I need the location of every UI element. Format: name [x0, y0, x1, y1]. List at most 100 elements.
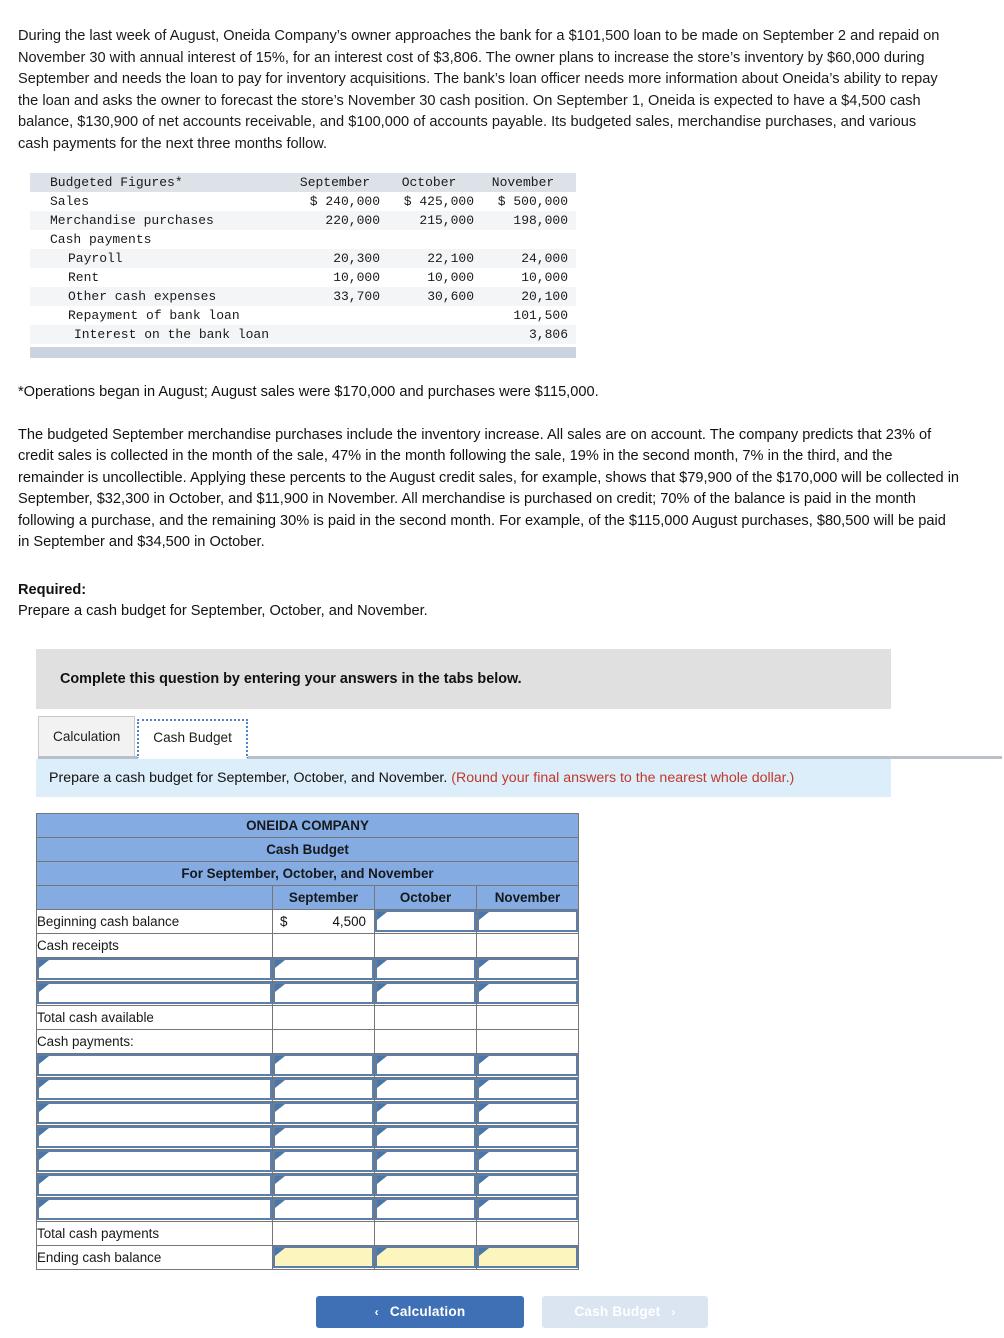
- value-cell-november[interactable]: [475, 1124, 580, 1150]
- row-label-input[interactable]: [36, 956, 273, 982]
- value-cell-october[interactable]: [374, 1052, 477, 1078]
- highlighted-input-cell[interactable]: [477, 1246, 579, 1268]
- row-label-input[interactable]: [36, 1196, 273, 1222]
- value-cell-october[interactable]: [374, 908, 477, 934]
- input-cell[interactable]: [273, 1150, 374, 1172]
- tab-calculation[interactable]: Calculation: [38, 715, 136, 756]
- value-cell-september[interactable]: [272, 1244, 375, 1270]
- value-cell-october[interactable]: [374, 1196, 477, 1222]
- input-cell[interactable]: [375, 1054, 476, 1076]
- value-cell-september[interactable]: [272, 1172, 375, 1198]
- value-cell-september[interactable]: [272, 1124, 375, 1150]
- row-label: Cash payments: [50, 232, 152, 247]
- table-row: [36, 1100, 580, 1126]
- prev-calculation-button[interactable]: ‹ Calculation: [316, 1295, 524, 1328]
- highlighted-input-cell[interactable]: [375, 1246, 476, 1268]
- input-cell[interactable]: [375, 982, 476, 1004]
- value-cell-september[interactable]: [272, 980, 375, 1006]
- input-cell[interactable]: [375, 910, 476, 932]
- value-cell-september[interactable]: [272, 1196, 375, 1222]
- value-cell-november[interactable]: [475, 980, 580, 1006]
- row-label-input[interactable]: [36, 1052, 273, 1078]
- input-cell[interactable]: [273, 1102, 374, 1124]
- input-cell[interactable]: [37, 1078, 272, 1100]
- value-cell-october[interactable]: [374, 980, 477, 1006]
- value-cell-november[interactable]: [475, 1148, 580, 1174]
- value-cell-september[interactable]: [272, 1100, 375, 1126]
- value-cell-november[interactable]: [475, 1076, 580, 1102]
- chevron-left-icon: ‹: [374, 1304, 379, 1319]
- input-cell[interactable]: [273, 1174, 374, 1196]
- value-cell-october[interactable]: [374, 1100, 477, 1126]
- input-cell[interactable]: [375, 958, 476, 980]
- input-cell[interactable]: [375, 1078, 476, 1100]
- value-cell-november[interactable]: [475, 1172, 580, 1198]
- input-cell[interactable]: [273, 1198, 374, 1220]
- row-label-input[interactable]: [36, 1148, 273, 1174]
- row-value: [388, 325, 482, 344]
- input-cell[interactable]: [37, 1126, 272, 1148]
- input-cell[interactable]: [477, 910, 579, 932]
- row-label-input[interactable]: [36, 1076, 273, 1102]
- page-root: During the last week of August, Oneida C…: [0, 0, 1004, 1338]
- input-cell[interactable]: [37, 958, 272, 980]
- input-cell[interactable]: [273, 1126, 374, 1148]
- input-cell[interactable]: [273, 958, 374, 980]
- value-cell-october[interactable]: [374, 1172, 477, 1198]
- input-cell[interactable]: [375, 1150, 476, 1172]
- input-cell[interactable]: [477, 1174, 579, 1196]
- row-label-input[interactable]: [36, 980, 273, 1006]
- value-cell-november[interactable]: [475, 1100, 580, 1126]
- input-cell[interactable]: [477, 1150, 579, 1172]
- input-cell[interactable]: [37, 1174, 272, 1196]
- value-cell-october[interactable]: [374, 1244, 477, 1270]
- budgeted-figures-table: Budgeted Figures* September October Novembe…: [30, 173, 576, 344]
- input-cell[interactable]: [37, 1198, 272, 1220]
- input-cell[interactable]: [477, 1054, 579, 1076]
- input-cell[interactable]: [477, 1198, 579, 1220]
- value-cell-october[interactable]: [374, 1076, 477, 1102]
- input-cell[interactable]: [375, 1198, 476, 1220]
- cell-dropdown-marker-icon: [479, 1128, 489, 1136]
- value-cell-november[interactable]: [475, 1244, 580, 1270]
- value-cell-september[interactable]: [272, 1076, 375, 1102]
- required-text: Prepare a cash budget for September, Oct…: [18, 602, 428, 619]
- input-cell[interactable]: [375, 1174, 476, 1196]
- input-cell[interactable]: [375, 1126, 476, 1148]
- value-cell-november[interactable]: [475, 1196, 580, 1222]
- input-cell[interactable]: [37, 1150, 272, 1172]
- input-cell[interactable]: [477, 1126, 579, 1148]
- value-cell-october[interactable]: [374, 956, 477, 982]
- row-label: Ending cash balance: [36, 1244, 273, 1270]
- input-cell[interactable]: [37, 1102, 272, 1124]
- input-cell[interactable]: [477, 958, 579, 980]
- value-cell-september[interactable]: [272, 956, 375, 982]
- cell-dropdown-marker-icon: [39, 1200, 49, 1208]
- row-label-input[interactable]: [36, 1100, 273, 1126]
- value-cell-october[interactable]: [374, 1124, 477, 1150]
- input-cell[interactable]: [477, 1078, 579, 1100]
- input-cell[interactable]: [375, 1102, 476, 1124]
- input-cell[interactable]: [37, 1054, 272, 1076]
- value-cell-october[interactable]: [374, 1148, 477, 1174]
- row-label: Payroll: [68, 251, 123, 266]
- input-cell[interactable]: [477, 982, 579, 1004]
- tab-cash-budget[interactable]: Cash Budget: [137, 718, 248, 759]
- value-cell-september[interactable]: [272, 1052, 375, 1078]
- input-cell[interactable]: [37, 982, 272, 1004]
- prev-button-label: Calculation: [389, 1304, 466, 1319]
- input-cell[interactable]: [477, 1102, 579, 1124]
- cell-dropdown-marker-icon: [479, 984, 489, 992]
- value-cell-november[interactable]: [475, 956, 580, 982]
- input-cell[interactable]: [273, 982, 374, 1004]
- row-label-input[interactable]: [36, 1172, 273, 1198]
- value-cell-november[interactable]: [475, 1052, 580, 1078]
- table-row: [36, 956, 580, 982]
- next-cash-budget-button[interactable]: Cash Budget ›: [542, 1295, 708, 1328]
- highlighted-input-cell[interactable]: [273, 1246, 374, 1268]
- input-cell[interactable]: [273, 1054, 374, 1076]
- row-label-input[interactable]: [36, 1124, 273, 1150]
- input-cell[interactable]: [273, 1078, 374, 1100]
- value-cell-november[interactable]: [475, 908, 580, 934]
- value-cell-september[interactable]: [272, 1148, 375, 1174]
